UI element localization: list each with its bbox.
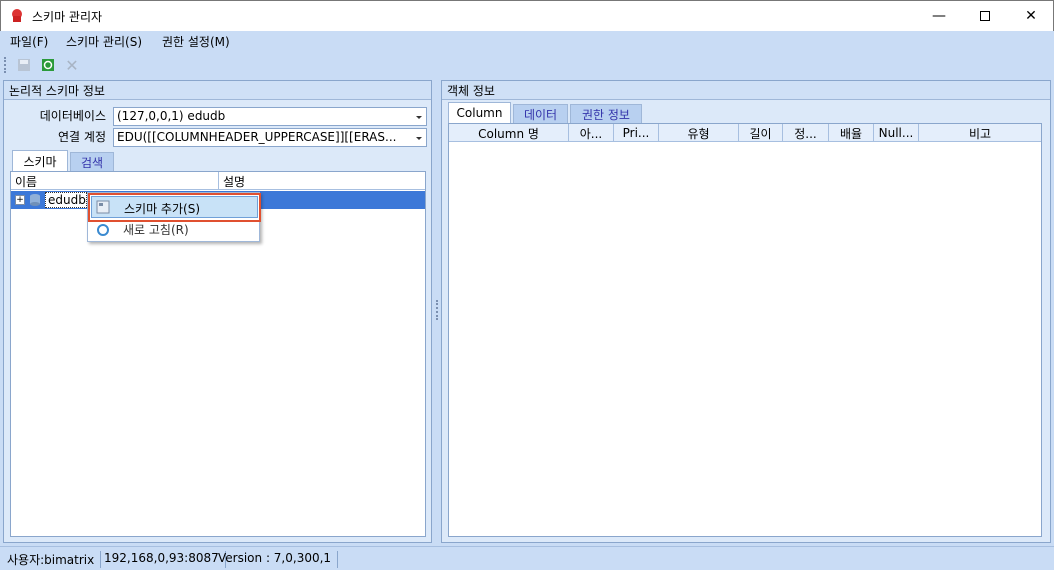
column-grid-header: Column 명 아... Pri... 유형 길이 정... 배율 Null.…: [449, 124, 1041, 142]
refresh-label: 새로 고침(R): [123, 223, 189, 237]
col-scale[interactable]: 배율: [829, 124, 874, 142]
account-value: EDU([[COLUMNHEADER_UPPERCASE]][[ERAS...: [117, 130, 397, 144]
database-select[interactable]: (127,0,0,1) edudb: [113, 107, 427, 126]
object-info-panel: 객체 정보 Column 데이터 권한 정보 Column 명 아... Pri…: [441, 80, 1051, 543]
account-label: 연결 계정: [58, 130, 106, 144]
logical-schema-panel: 논리적 스키마 정보 데이터베이스 (127,0,0,1) edudb 연결 계…: [3, 80, 432, 543]
menu-permission[interactable]: 권한 설정(M): [162, 33, 230, 50]
context-menu: 스키마 추가(S) 새로 고침(R): [87, 192, 261, 242]
maximize-button[interactable]: [962, 1, 1008, 31]
logical-schema-title: 논리적 스키마 정보: [4, 81, 431, 100]
col-description[interactable]: 설명: [219, 172, 425, 190]
title-bar: 스키마 관리자 — ✕: [0, 0, 1054, 31]
delete-button[interactable]: ✕: [62, 55, 82, 75]
status-server: 192,168,0,93:8087: [104, 551, 226, 568]
refresh-icon: [42, 59, 54, 71]
refresh-icon: [97, 224, 109, 236]
window-title: 스키마 관리자: [32, 10, 103, 24]
refresh-button[interactable]: [38, 55, 58, 75]
tab-column[interactable]: Column: [448, 102, 511, 123]
chevron-down-icon: [416, 116, 422, 119]
menu-file[interactable]: 파일(F): [10, 33, 48, 50]
chevron-down-icon: [416, 137, 422, 140]
close-icon: ✕: [1025, 8, 1037, 24]
menu-bar: 파일(F) 스키마 관리(S) 권한 설정(M): [0, 31, 1054, 51]
database-value: (127,0,0,1) edudb: [117, 109, 226, 123]
tab-search[interactable]: 검색: [70, 152, 114, 171]
col-length[interactable]: 길이: [739, 124, 783, 142]
splitter-handle[interactable]: [436, 300, 439, 320]
save-button[interactable]: [14, 55, 34, 75]
maximize-icon: [980, 11, 990, 21]
col-type[interactable]: 유형: [659, 124, 739, 142]
menu-add-schema[interactable]: 스키마 추가(S): [91, 196, 258, 218]
menu-refresh[interactable]: 새로 고침(R): [91, 220, 258, 240]
expand-icon[interactable]: +: [15, 195, 25, 205]
col-a[interactable]: 아...: [569, 124, 614, 142]
tab-permission-info[interactable]: 권한 정보: [570, 104, 642, 123]
close-button[interactable]: ✕: [1008, 1, 1054, 31]
app-icon: [12, 9, 22, 22]
tree-item-edudb[interactable]: edudb: [45, 192, 87, 208]
database-label: 데이터베이스: [39, 109, 106, 123]
tree-header: 이름 설명: [11, 172, 425, 190]
status-bar: 사용자:bimatrix 192,168,0,93:8087 Version :…: [0, 546, 1054, 570]
toolbar-grip: [4, 57, 6, 73]
tab-schema[interactable]: 스키마: [12, 150, 68, 171]
col-primary[interactable]: Pri...: [614, 124, 659, 142]
minimize-icon: —: [932, 8, 946, 24]
col-column-name[interactable]: Column 명: [449, 124, 569, 142]
database-icon: [30, 194, 40, 206]
minimize-button[interactable]: —: [916, 1, 962, 31]
col-nullable[interactable]: Null...: [874, 124, 919, 142]
col-name[interactable]: 이름: [11, 172, 219, 190]
status-user: 사용자:bimatrix: [7, 551, 102, 568]
status-version: Version : 7,0,300,1: [218, 551, 339, 568]
col-remark[interactable]: 비고: [919, 124, 1041, 142]
toolbar: ✕: [0, 52, 1054, 78]
account-select[interactable]: EDU([[COLUMNHEADER_UPPERCASE]][[ERAS...: [113, 128, 427, 147]
add-schema-icon: [96, 200, 110, 214]
save-icon: [18, 59, 30, 71]
tab-data[interactable]: 데이터: [513, 104, 568, 123]
col-precision[interactable]: 정...: [783, 124, 829, 142]
column-grid: Column 명 아... Pri... 유형 길이 정... 배율 Null.…: [448, 123, 1042, 537]
menu-schema[interactable]: 스키마 관리(S): [66, 33, 142, 50]
object-info-title: 객체 정보: [442, 81, 1050, 100]
add-schema-label: 스키마 추가(S): [124, 202, 200, 216]
delete-icon: ✕: [65, 55, 79, 75]
